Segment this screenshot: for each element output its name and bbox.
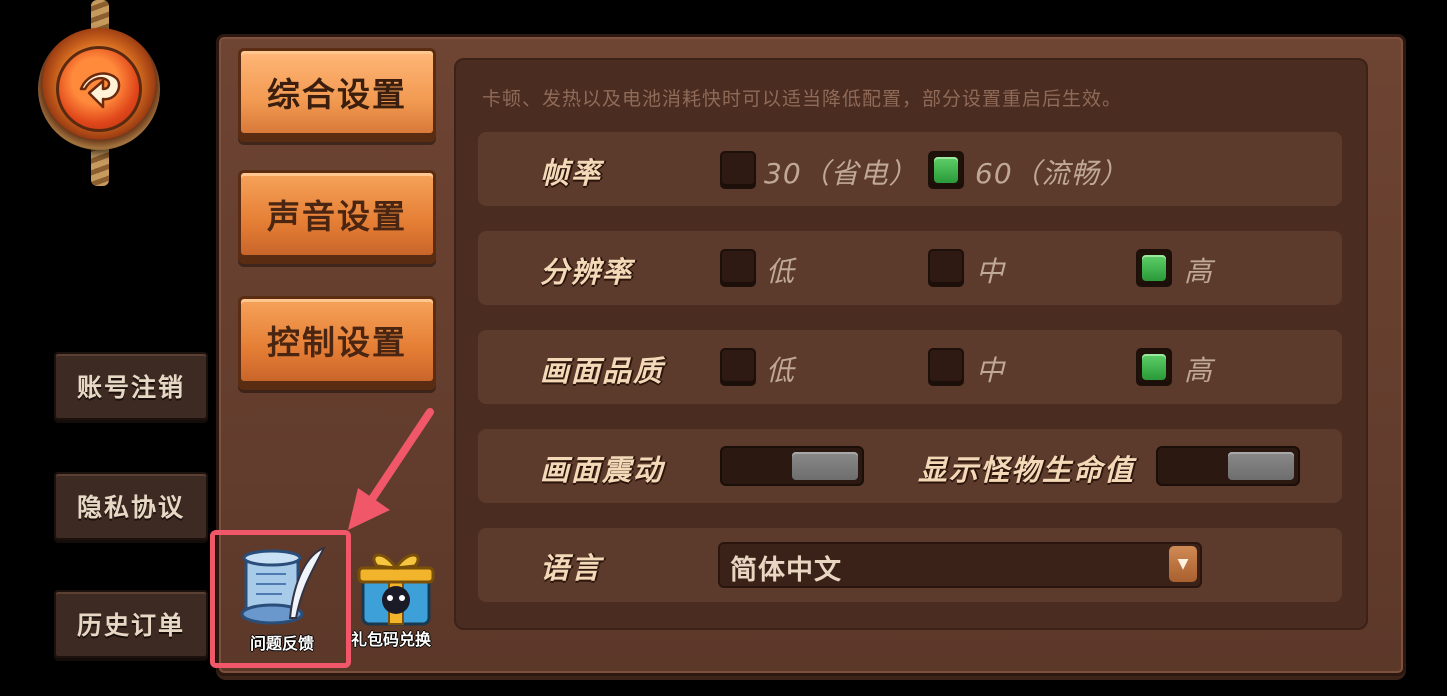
order-history-button[interactable]: 历史订单 (54, 590, 208, 658)
annotation-arrow-icon (348, 408, 434, 530)
privacy-button[interactable]: 隐私协议 (54, 472, 208, 540)
settings-hint: 卡顿、发热以及电池消耗快时可以适当降低配置，部分设置重启后生效。 (482, 88, 1123, 110)
gift-box-icon (357, 553, 435, 626)
tab-sound[interactable]: 声音设置 (238, 170, 436, 258)
frame-rate-30-checkbox[interactable] (720, 151, 756, 189)
shake-toggle-knob (792, 452, 858, 480)
quality-high-checkbox[interactable] (1136, 348, 1172, 386)
quality-mid-checkbox[interactable] (928, 348, 964, 386)
annotation-highlight-box (210, 530, 351, 668)
quality-low-checkbox[interactable] (720, 348, 756, 386)
tab-controls[interactable]: 控制设置 (238, 296, 436, 384)
language-value: 简体中文 (730, 555, 842, 586)
back-arrow-icon (56, 46, 142, 132)
resolution-low-label: 低 (766, 255, 796, 288)
shake-toggle[interactable] (720, 446, 864, 486)
shake-label: 画面震动 (540, 453, 665, 487)
frame-rate-30-label: 30（省电） (764, 157, 918, 190)
language-label: 语言 (540, 551, 603, 585)
back-button[interactable] (38, 28, 160, 150)
resolution-mid-label: 中 (976, 255, 1006, 288)
chevron-down-icon[interactable]: ▼ (1169, 546, 1197, 582)
frame-rate-60-checkbox[interactable] (928, 151, 964, 189)
quality-mid-label: 中 (976, 354, 1006, 387)
tab-general[interactable]: 综合设置 (238, 48, 436, 136)
quality-low-label: 低 (766, 354, 796, 387)
account-cancel-button[interactable]: 账号注销 (54, 352, 208, 420)
gift-code-label: 礼包码兑换 (350, 630, 431, 649)
quality-label: 画面品质 (540, 354, 665, 388)
resolution-label: 分辨率 (540, 255, 634, 289)
resolution-mid-checkbox[interactable] (928, 249, 964, 287)
resolution-low-checkbox[interactable] (720, 249, 756, 287)
gift-code-button[interactable]: 礼包码兑换 (350, 544, 442, 650)
quality-high-label: 高 (1184, 354, 1214, 387)
monster-hp-toggle[interactable] (1156, 446, 1300, 486)
resolution-high-checkbox[interactable] (1136, 249, 1172, 287)
frame-rate-label: 帧率 (540, 156, 603, 190)
monster-hp-toggle-knob (1228, 452, 1294, 480)
monster-hp-label: 显示怪物生命值 (918, 453, 1136, 487)
frame-rate-60-label: 60（流畅） (975, 157, 1129, 190)
resolution-high-label: 高 (1184, 255, 1214, 288)
